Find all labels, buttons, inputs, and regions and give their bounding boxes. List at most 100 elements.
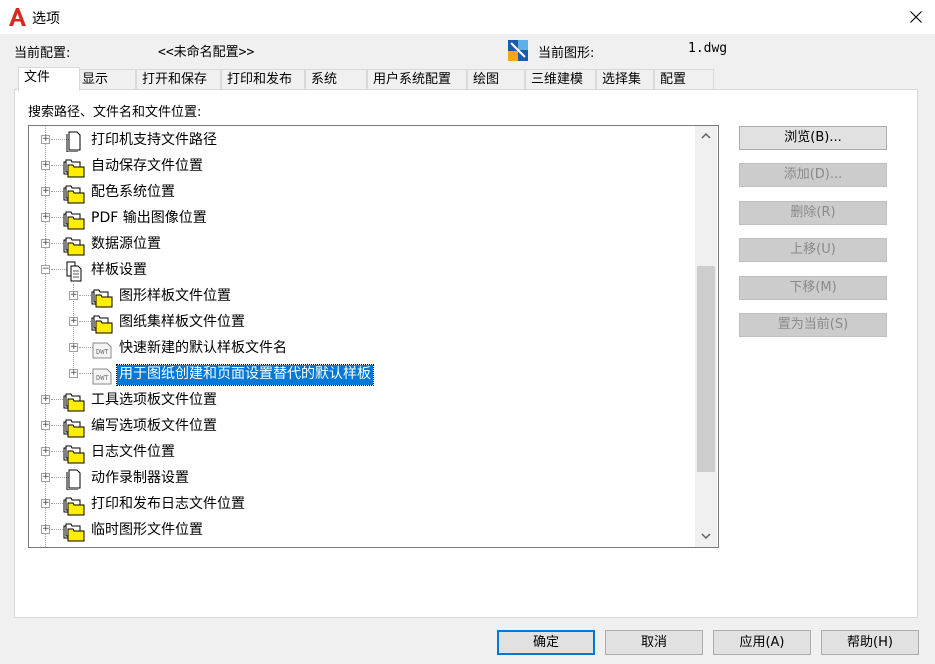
folder-icon: [63, 234, 85, 256]
folder-icon: [63, 520, 85, 542]
tree-item-label[interactable]: 图形样板文件位置: [117, 287, 233, 307]
tab-3d-modeling[interactable]: 三维建模: [525, 69, 596, 90]
file-icon: [63, 130, 85, 153]
move-down-button[interactable]: 下移(M): [739, 276, 887, 300]
tree-item-label[interactable]: PDF 输出图像位置: [89, 209, 209, 229]
documents-icon: [63, 260, 85, 282]
current-drawing-value: 1.dwg: [688, 41, 728, 56]
tree-item-label[interactable]: 快速新建的默认样板文件名: [117, 339, 289, 359]
tree-row[interactable]: + DWT 快速新建的默认样板文件名: [29, 335, 694, 361]
tree-row[interactable]: + 临时图形文件位置: [29, 517, 694, 543]
tree-item-label[interactable]: 临时图形文件位置: [89, 521, 205, 541]
dwt-file-icon: DWT: [91, 338, 113, 360]
tab-display[interactable]: 显示: [76, 69, 136, 90]
tree-item-label[interactable]: 用于图纸创建和页面设置替代的默认样板: [116, 364, 374, 386]
tab-files[interactable]: 文件: [18, 67, 80, 91]
svg-text:DWT: DWT: [96, 374, 109, 382]
tree-item-label[interactable]: 样板设置: [89, 261, 149, 281]
tree-row[interactable]: + 图形样板文件位置: [29, 283, 694, 309]
tree-row[interactable]: + 编写选项板文件位置: [29, 413, 694, 439]
tab-open-save[interactable]: 打开和保存: [136, 69, 221, 90]
expand-toggle-icon[interactable]: +: [41, 447, 50, 456]
tree-item-label[interactable]: 自动保存文件位置: [89, 157, 205, 177]
tree-row[interactable]: + 日志文件位置: [29, 439, 694, 465]
tree-row[interactable]: + 图纸集样板文件位置: [29, 309, 694, 335]
expand-toggle-icon[interactable]: +: [41, 161, 50, 170]
remove-button[interactable]: 删除(R): [739, 201, 887, 225]
current-drawing-label: 当前图形:: [538, 46, 595, 61]
expand-toggle-icon[interactable]: +: [41, 135, 50, 144]
folder-icon: [91, 312, 113, 334]
help-button[interactable]: 帮助(H): [821, 630, 919, 655]
browse-button[interactable]: 浏览(B)...: [739, 126, 887, 150]
tab-system[interactable]: 系统: [305, 69, 367, 90]
tab-drafting[interactable]: 绘图: [467, 69, 525, 90]
tree-row[interactable]: + 自动保存文件位置: [29, 153, 694, 179]
add-button[interactable]: 添加(D)...: [739, 163, 887, 187]
tree-row[interactable]: + PDF 输出图像位置: [29, 205, 694, 231]
tree-item-label[interactable]: 打印和发布日志文件位置: [89, 495, 247, 515]
tree-row[interactable]: − 样板设置: [29, 257, 694, 283]
folder-icon: [63, 390, 85, 412]
expand-toggle-icon[interactable]: +: [41, 395, 50, 404]
expand-toggle-icon[interactable]: +: [41, 239, 50, 248]
ok-button[interactable]: 确定: [497, 630, 595, 655]
tree-item-label[interactable]: 编写选项板文件位置: [89, 417, 219, 437]
expand-toggle-icon[interactable]: +: [69, 343, 78, 352]
collapse-toggle-icon[interactable]: −: [41, 265, 50, 274]
close-icon: [909, 11, 922, 23]
set-current-button[interactable]: 置为当前(S): [739, 313, 887, 337]
tab-profiles[interactable]: 配置: [654, 69, 714, 90]
folder-icon: [63, 156, 85, 178]
scroll-down-button[interactable]: [695, 526, 717, 546]
scroll-thumb[interactable]: [697, 266, 715, 472]
expand-toggle-icon[interactable]: +: [41, 213, 50, 222]
expand-toggle-icon[interactable]: +: [69, 317, 78, 326]
tree-row[interactable]: + 打印机支持文件路径: [29, 127, 694, 153]
expand-toggle-icon[interactable]: +: [41, 499, 50, 508]
expand-toggle-icon[interactable]: +: [41, 421, 50, 430]
tree-row[interactable]: + DWT 用于图纸创建和页面设置替代的默认样板: [29, 361, 694, 387]
tree-scrollbar[interactable]: [695, 126, 717, 547]
current-profile-label: 当前配置:: [14, 46, 71, 61]
current-profile-value: <<未命名配置>>: [158, 45, 255, 60]
folder-icon: [63, 208, 85, 230]
drawing-file-icon: [508, 40, 528, 61]
folder-icon: [63, 416, 85, 438]
expand-toggle-icon[interactable]: +: [69, 369, 78, 378]
scroll-up-button[interactable]: [695, 126, 717, 146]
tree-item-label[interactable]: 配色系统位置: [89, 183, 177, 203]
tree-item-label[interactable]: 打印机支持文件路径: [89, 131, 219, 151]
tab-selection[interactable]: 选择集: [596, 69, 654, 90]
tree-row[interactable]: + 工具选项板文件位置: [29, 387, 694, 413]
expand-toggle-icon[interactable]: +: [41, 473, 50, 482]
folder-icon: [91, 286, 113, 308]
tree-item-label[interactable]: 日志文件位置: [89, 443, 177, 463]
folder-icon: [63, 494, 85, 516]
tree-item-label[interactable]: 图纸集样板文件位置: [117, 313, 247, 333]
apply-button[interactable]: 应用(A): [713, 630, 811, 655]
autocad-logo-icon: [9, 8, 26, 26]
tree-item-label[interactable]: 动作录制器设置: [89, 469, 191, 489]
svg-text:DWT: DWT: [96, 348, 109, 356]
dwt-file-icon: DWT: [91, 364, 113, 386]
tab-plot-publish[interactable]: 打印和发布: [221, 69, 305, 90]
window-title: 选项: [32, 11, 60, 27]
chevron-down-icon: [701, 533, 711, 539]
tree-item-label[interactable]: 工具选项板文件位置: [89, 391, 219, 411]
cancel-button[interactable]: 取消: [605, 630, 703, 655]
expand-toggle-icon[interactable]: +: [41, 187, 50, 196]
tree-row[interactable]: + 数据源位置: [29, 231, 694, 257]
expand-toggle-icon[interactable]: +: [69, 291, 78, 300]
search-paths-tree[interactable]: + 打印机支持文件路径 + 自动保存文件位置 + 配色系统位置 + PDF 输出图像位置 + 数据…: [28, 125, 719, 548]
chevron-up-icon: [701, 133, 711, 139]
close-button[interactable]: [896, 0, 935, 34]
tree-row[interactable]: + 打印和发布日志文件位置: [29, 491, 694, 517]
folder-icon: [63, 442, 85, 464]
expand-toggle-icon[interactable]: +: [41, 525, 50, 534]
tree-row[interactable]: + 动作录制器设置: [29, 465, 694, 491]
tree-row[interactable]: + 配色系统位置: [29, 179, 694, 205]
move-up-button[interactable]: 上移(U): [739, 238, 887, 262]
tree-item-label[interactable]: 数据源位置: [89, 235, 163, 255]
tab-user-preferences[interactable]: 用户系统配置: [367, 69, 467, 90]
